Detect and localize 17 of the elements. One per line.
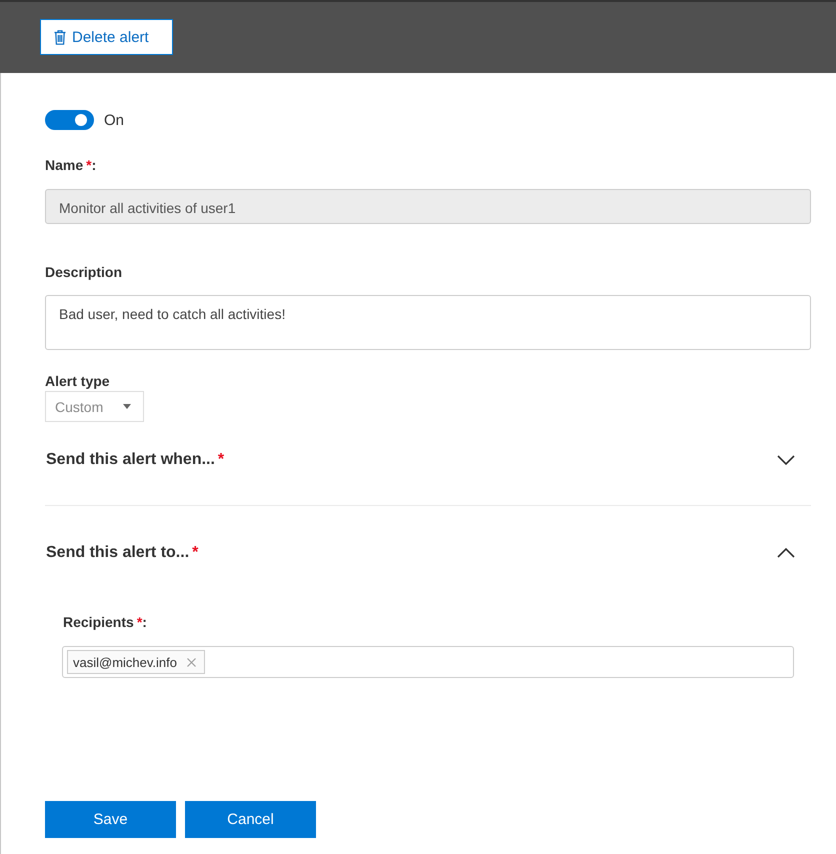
remove-icon[interactable]: [187, 658, 196, 666]
trash-icon: [54, 30, 66, 44]
field-label: Alert type: [45, 372, 110, 390]
section-header[interactable]: Send this alert when... *: [45, 440, 811, 480]
recipients-field[interactable]: vasil@michev.info: [62, 646, 794, 678]
caret-icon: [123, 404, 131, 409]
field-label: Description: [45, 263, 122, 281]
field-label: Name *:: [45, 156, 96, 174]
description-field[interactable]: Bad user, need to catch all activities!: [45, 295, 811, 350]
toggle-switch[interactable]: [45, 110, 94, 130]
cancel-button[interactable]: Cancel: [185, 801, 316, 838]
toggle-label: On: [104, 112, 124, 128]
save-button[interactable]: Save: [45, 801, 176, 838]
recipient-email: vasil@michev.info: [73, 654, 177, 670]
delete-button[interactable]: Delete alert: [40, 19, 173, 55]
field-label: Recipients *:: [63, 613, 147, 631]
section-header[interactable]: Send this alert to... *: [45, 533, 811, 573]
